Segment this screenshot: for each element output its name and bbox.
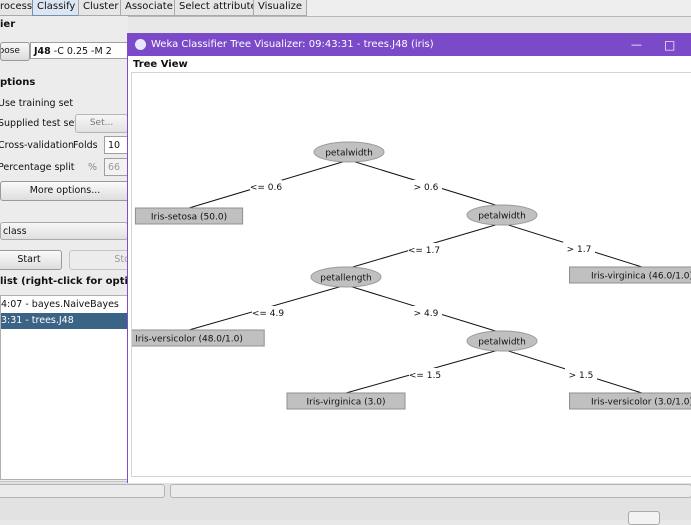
result-item-j48[interactable]: 3:31 - trees.J48 — [1, 313, 127, 329]
percent-label: % — [88, 162, 97, 173]
bottom-status-area — [0, 481, 691, 520]
class-select-value: class — [1, 226, 27, 237]
leaf-node-label: Iris-virginica (46.0/1.0) — [591, 272, 691, 282]
tab-classify[interactable]: Classify — [32, 0, 80, 16]
folds-label: Folds — [73, 140, 98, 151]
set-test-file-button[interactable]: Set... — [75, 114, 128, 133]
radio-supplied-test-set[interactable]: Supplied test set — [0, 118, 78, 129]
explorer-tab-bar: rocess Classify Cluster Associate Select… — [0, 0, 691, 17]
decision-node-label: petalwidth — [478, 212, 526, 222]
test-options-title: ptions — [0, 77, 35, 88]
result-list: 4:07 - bayes.NaiveBayes 3:31 - trees.J48 — [0, 295, 128, 480]
folds-input[interactable]: 10 — [104, 136, 128, 154]
leaf-node-label: Iris-virginica (3.0) — [307, 398, 386, 408]
bottom-scroll-left[interactable] — [0, 484, 165, 498]
edge-label: > 4.9 — [414, 309, 439, 319]
tab-preprocess[interactable]: rocess — [0, 0, 33, 16]
choose-classifier-button[interactable]: hoose — [0, 42, 30, 61]
edge-label: <= 1.5 — [409, 371, 441, 381]
percent-split-input[interactable]: 66 — [104, 158, 128, 176]
weka-bird-icon — [135, 39, 146, 50]
edge-label: <= 4.9 — [252, 309, 285, 319]
classifier-section-title: ier — [0, 19, 15, 30]
decision-tree-diagram: <= 0.6 > 0.6 <= 1.7 > 1.7 <= 4.9 > 4.9 <= 1.5 >… — [132, 73, 691, 477]
visualizer-window-title: Weka Classifier Tree Visualizer: 09:43:3… — [151, 34, 434, 56]
tab-associate[interactable]: Associate — [120, 0, 178, 16]
decision-node-label: petalwidth — [325, 149, 373, 159]
class-attribute-select[interactable]: class — [0, 222, 128, 240]
bottom-scroll-right[interactable] — [170, 484, 691, 498]
radio-percentage-split[interactable]: Percentage split — [0, 162, 74, 173]
decision-node-label: petalwidth — [478, 338, 526, 348]
leaf-node-label: Iris-versicolor (3.0/1.0) — [591, 398, 691, 408]
maximize-icon[interactable]: □ — [664, 34, 675, 56]
edge-label: > 0.6 — [414, 183, 439, 193]
edge-label: > 1.5 — [569, 371, 594, 381]
radio-use-training-set[interactable]: Use training set — [0, 98, 73, 109]
result-item-naivebayes[interactable]: 4:07 - bayes.NaiveBayes — [1, 297, 127, 313]
tree-view-canvas[interactable]: <= 0.6 > 0.6 <= 1.7 > 1.7 <= 4.9 > 4.9 <= 1.5 >… — [131, 72, 691, 477]
edge-label: <= 0.6 — [250, 183, 283, 193]
edge-label: > 1.7 — [567, 245, 592, 255]
tab-cluster[interactable]: Cluster — [78, 0, 124, 16]
more-options-button[interactable]: More options... — [0, 181, 130, 201]
visualizer-body: Tree View <= 0.6 > 0.6 <= 1.7 > 1.7 <= 4.9 > … — [128, 56, 691, 483]
tab-visualize[interactable]: Visualize — [253, 0, 307, 16]
leaf-node-label: Iris-versicolor (48.0/1.0) — [135, 335, 243, 345]
start-button[interactable]: Start — [0, 250, 62, 270]
classifier-options: -C 0.25 -M 2 — [54, 46, 112, 57]
leaf-node-label: Iris-setosa (50.0) — [151, 213, 227, 223]
edge-label: <= 1.7 — [408, 246, 440, 256]
minimize-icon[interactable]: — — [631, 34, 642, 56]
decision-node-label: petallength — [320, 274, 371, 284]
radio-cross-validation[interactable]: Cross-validation — [0, 140, 74, 151]
log-button[interactable] — [628, 511, 660, 525]
tree-view-title: Tree View — [133, 59, 188, 70]
classifier-config-field[interactable]: J48 -C 0.25 -M 2 — [30, 42, 128, 59]
visualizer-title-bar[interactable]: Weka Classifier Tree Visualizer: 09:43:3… — [128, 34, 691, 56]
tree-visualizer-window: Weka Classifier Tree Visualizer: 09:43:3… — [127, 33, 691, 483]
classifier-name: J48 — [34, 46, 51, 57]
